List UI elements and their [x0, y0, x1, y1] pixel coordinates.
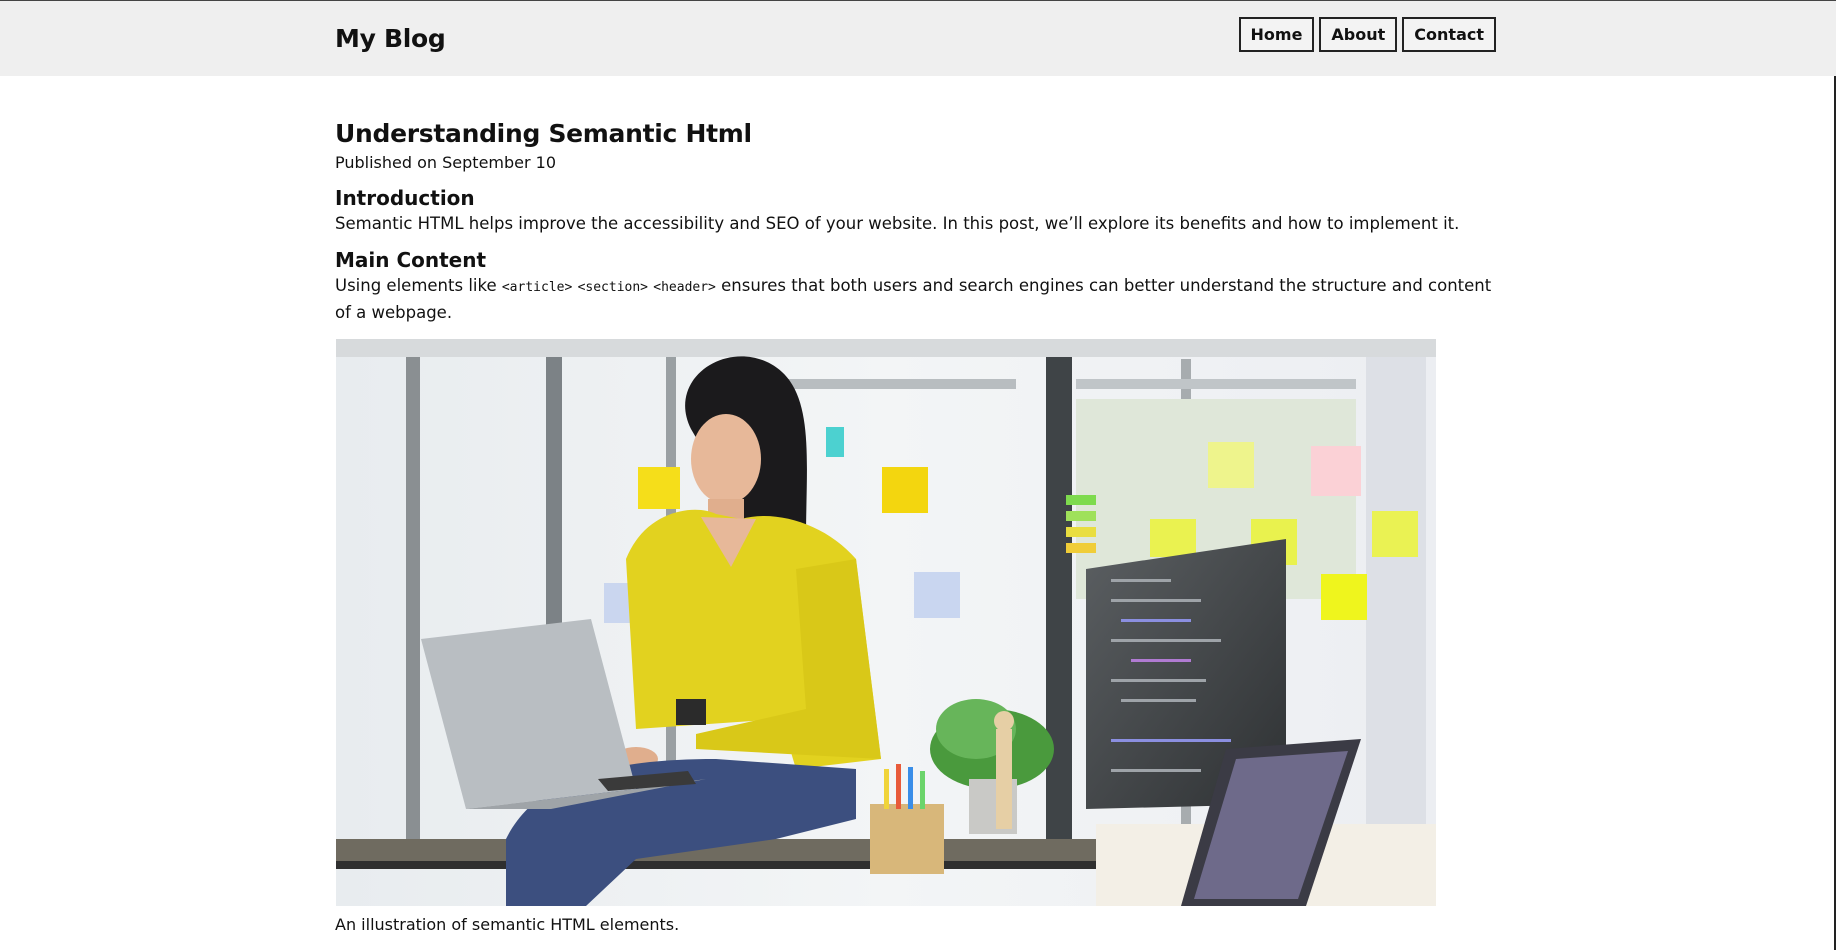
nav-home-button[interactable]: Home — [1238, 17, 1315, 52]
main-text-prefix: Using elements like — [335, 276, 502, 295]
code-header-tag: <header> — [653, 280, 716, 295]
site-brand[interactable]: My Blog — [335, 24, 446, 53]
figure-caption: An illustration of semantic HTML element… — [335, 915, 680, 934]
office-photo-image — [336, 339, 1436, 906]
main-content-paragraph: Using elements like <article> <section> … — [335, 273, 1500, 325]
article-title: Understanding Semantic Html — [335, 119, 752, 148]
blog-article: Understanding Semantic Html Published on… — [335, 117, 1500, 325]
site-header: My Blog Home About Contact — [0, 0, 1836, 76]
intro-heading: Introduction — [335, 186, 475, 210]
intro-paragraph: Semantic HTML helps improve the accessib… — [335, 214, 1460, 233]
nav-about-button[interactable]: About — [1319, 17, 1398, 52]
main-nav: Home About Contact — [1238, 17, 1496, 52]
code-section-tag: <section> — [577, 280, 649, 295]
main-content-heading: Main Content — [335, 248, 487, 272]
publish-date: Published on September 10 — [335, 153, 557, 172]
nav-contact-button[interactable]: Contact — [1402, 17, 1496, 52]
article-illustration — [336, 339, 1436, 906]
code-article-tag: <article> — [501, 280, 573, 295]
